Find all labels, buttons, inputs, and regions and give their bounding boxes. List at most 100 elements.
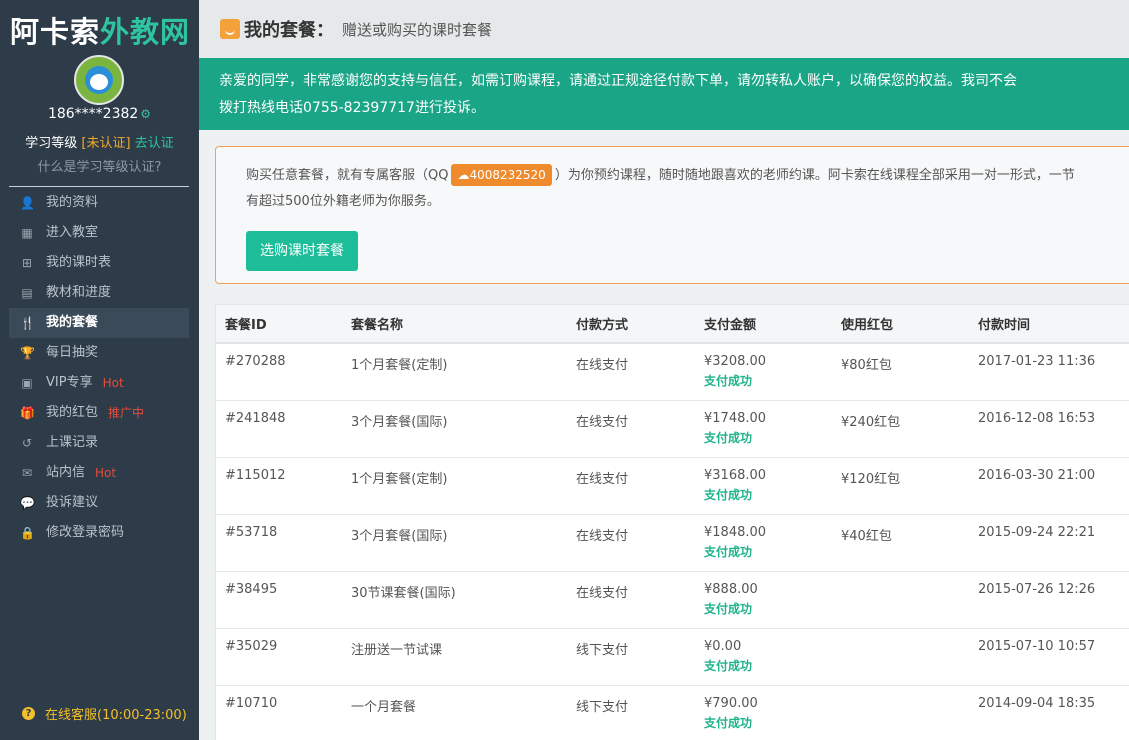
amount: ¥790.00 [704, 695, 758, 711]
payment-method: 在线支付 [576, 585, 629, 601]
payment-time: 2016-12-08 16:53 [978, 410, 1096, 426]
coupon-cell [841, 685, 978, 740]
sidebar-item[interactable]: ▣ VIP专享 Hot [9, 368, 189, 398]
sidebar-item[interactable]: ↺ 上课记录 [9, 428, 189, 458]
payment-time-cell: 2015-07-26 12:26 [978, 571, 1129, 629]
package-name: 3个月套餐(国际) [351, 528, 448, 544]
payment-status: 支付成功 [704, 601, 753, 616]
notice-line1: 亲爱的同学，非常感谢您的支持与信任，如需订购课程，请通过正规途径付款下单，请勿转… [219, 73, 1017, 89]
package-name: 1个月套餐(定制) [351, 358, 448, 373]
amount: ¥1848.00 [704, 524, 767, 540]
level-status: [未认证] [81, 136, 131, 151]
sidebar-item-label: 我的课时表 [46, 255, 112, 270]
sidebar-item[interactable]: ✉ 站内信 Hot [9, 458, 189, 488]
column-header: 付款时间 [978, 305, 1129, 344]
sidebar-item-tag: Hot [95, 466, 117, 480]
package-name-cell: 3个月套餐(国际) [351, 400, 576, 458]
avatar[interactable] [74, 55, 124, 105]
payment-time: 2014-09-04 18:35 [978, 695, 1096, 711]
payment-time-cell: 2017-01-23 11:36 [978, 343, 1129, 401]
sidebar-item-label: 上课记录 [46, 435, 99, 450]
order-id-cell: #115012 [216, 457, 351, 515]
promo-box: 购买任意套餐，就有专属客服（QQ ☁4008232520 ）为你预约课程，随时随地跟… [215, 146, 1129, 284]
table-row: #241848 3个月套餐(国际) 在线支付 ¥1748.00 支付成功 ¥240红包 20… [216, 400, 1129, 458]
payment-method-cell: 在线支付 [576, 514, 704, 572]
qq-badge[interactable]: ☁4008232520 [451, 164, 552, 186]
payment-status: 支付成功 [704, 658, 753, 673]
online-support-label: 在线客服(10:00-23:00) [45, 708, 187, 723]
sidebar-item[interactable]: 🎁 我的红包 推广中 [9, 398, 189, 428]
notice-line2: 拨打热线电话0755-82397717进行投诉。 [219, 100, 485, 116]
sidebar-item[interactable]: ⊞ 我的课时表 [9, 248, 189, 278]
sidebar-item[interactable]: 👤 我的资料 [9, 188, 189, 218]
online-support[interactable]: ? 在线客服(10:00-23:00) [22, 704, 187, 723]
page-subtitle: 赠送或购买的课时套餐 [342, 20, 493, 39]
gift-icon: 🎁 [20, 406, 35, 420]
payment-status: 支付成功 [704, 374, 753, 388]
sidebar-item[interactable]: 🔒 修改登录密码 [9, 518, 189, 548]
payment-method-cell: 在线支付 [576, 343, 704, 401]
sidebar-item-label: 站内信 [46, 465, 86, 480]
level-label: 学习等级 [25, 136, 78, 151]
amount-cell: ¥790.00 支付成功 [704, 685, 841, 740]
amount-cell: ¥0.00 支付成功 [704, 628, 841, 686]
column-header: 套餐名称 [351, 305, 576, 344]
promo-line1: 购买任意套餐，就有专属客服（QQ ☁4008232520 ）为你预约课程，随时随地跟… [246, 163, 1129, 189]
payment-time-cell: 2015-09-24 22:21 [978, 514, 1129, 572]
sidebar-item[interactable]: ▦ 进入教室 [9, 218, 189, 248]
grid-icon: ⊞ [21, 256, 33, 270]
amount: ¥888.00 [704, 581, 758, 597]
mail-icon: ✉ [21, 466, 33, 480]
sidebar-item[interactable]: 🏆 每日抽奖 [9, 338, 189, 368]
buy-package-button[interactable]: 选购课时套餐 [246, 231, 358, 271]
sidebar-item[interactable]: ▤ 教材和进度 [9, 278, 189, 308]
gear-icon[interactable]: ⚙ [140, 107, 151, 121]
sidebar-item-label: VIP专享 [46, 375, 93, 390]
comments-icon: 💬 [20, 496, 35, 510]
question-icon: ? [22, 707, 35, 720]
sidebar-item-label: 修改登录密码 [46, 525, 125, 540]
orders-table: 套餐ID 套餐名称 付款方式 支付金额 使用红包 付款时间 #270288 1个月套餐(定制… [215, 304, 1129, 740]
payment-method-cell: 线下支付 [576, 628, 704, 686]
package-name-cell: 3个月套餐(国际) [351, 514, 576, 572]
promo-text-before: 购买任意套餐，就有专属客服（QQ [246, 168, 449, 183]
order-id-cell: #38495 [216, 571, 351, 629]
promo-line2: 有超过500位外籍老师为你服务。 [246, 194, 440, 209]
payment-time-cell: 2016-03-30 21:00 [978, 457, 1129, 515]
package-name-cell: 注册送一节试课 [351, 628, 576, 686]
coupon-cell: ¥80红包 [841, 343, 978, 401]
level-help-link[interactable]: 什么是学习等级认证? [0, 156, 199, 175]
table-row: #35029 注册送一节试课 线下支付 ¥0.00 支付成功 2015-07-10 10:… [216, 628, 1129, 686]
verify-link[interactable]: 去认证 [135, 136, 174, 151]
payment-method: 线下支付 [576, 699, 629, 715]
table-header-row: 套餐ID 套餐名称 付款方式 支付金额 使用红包 付款时间 [216, 305, 1129, 344]
payment-time: 2017-01-23 11:36 [978, 354, 1096, 369]
history-icon: ↺ [21, 436, 33, 450]
site-logo[interactable]: 阿卡索外教网 [0, 0, 199, 56]
qq-icon: ☁ [457, 168, 470, 182]
payment-method: 在线支付 [576, 471, 629, 487]
payment-time-cell: 2015-07-10 10:57 [978, 628, 1129, 686]
payment-status: 支付成功 [704, 487, 753, 502]
order-id-cell: #270288 [216, 343, 351, 401]
amount: ¥1748.00 [704, 410, 767, 426]
order-id-cell: #53718 [216, 514, 351, 572]
logo-part2: 外教网 [100, 15, 191, 49]
user-phone: 186****2382 ⚙ [0, 106, 199, 122]
page-header: 我的套餐： 赠送或购买的课时套餐 [199, 0, 1129, 58]
sidebar-item[interactable]: 🍴 我的套餐 [9, 308, 189, 338]
payment-time-cell: 2016-12-08 16:53 [978, 400, 1129, 458]
coupon: ¥240红包 [841, 414, 901, 430]
column-header: 付款方式 [576, 305, 704, 344]
table-row: #270288 1个月套餐(定制) 在线支付 ¥3208.00 支付成功 ¥80红包 201… [216, 343, 1129, 401]
package-name-cell: 1个月套餐(定制) [351, 457, 576, 515]
coupon-cell: ¥40红包 [841, 514, 978, 572]
payment-method-cell: 线下支付 [576, 685, 704, 740]
payment-method-cell: 在线支付 [576, 400, 704, 458]
sidebar-divider [9, 186, 189, 187]
sidebar-item-tag: Hot [102, 376, 124, 390]
level-row: 学习等级 [未认证] 去认证 [0, 132, 199, 151]
table-row: #115012 1个月套餐(定制) 在线支付 ¥3168.00 支付成功 ¥120红包 20… [216, 457, 1129, 515]
sidebar-item[interactable]: 💬 投诉建议 [9, 488, 189, 518]
sidebar-item-tag: 推广中 [108, 406, 145, 420]
